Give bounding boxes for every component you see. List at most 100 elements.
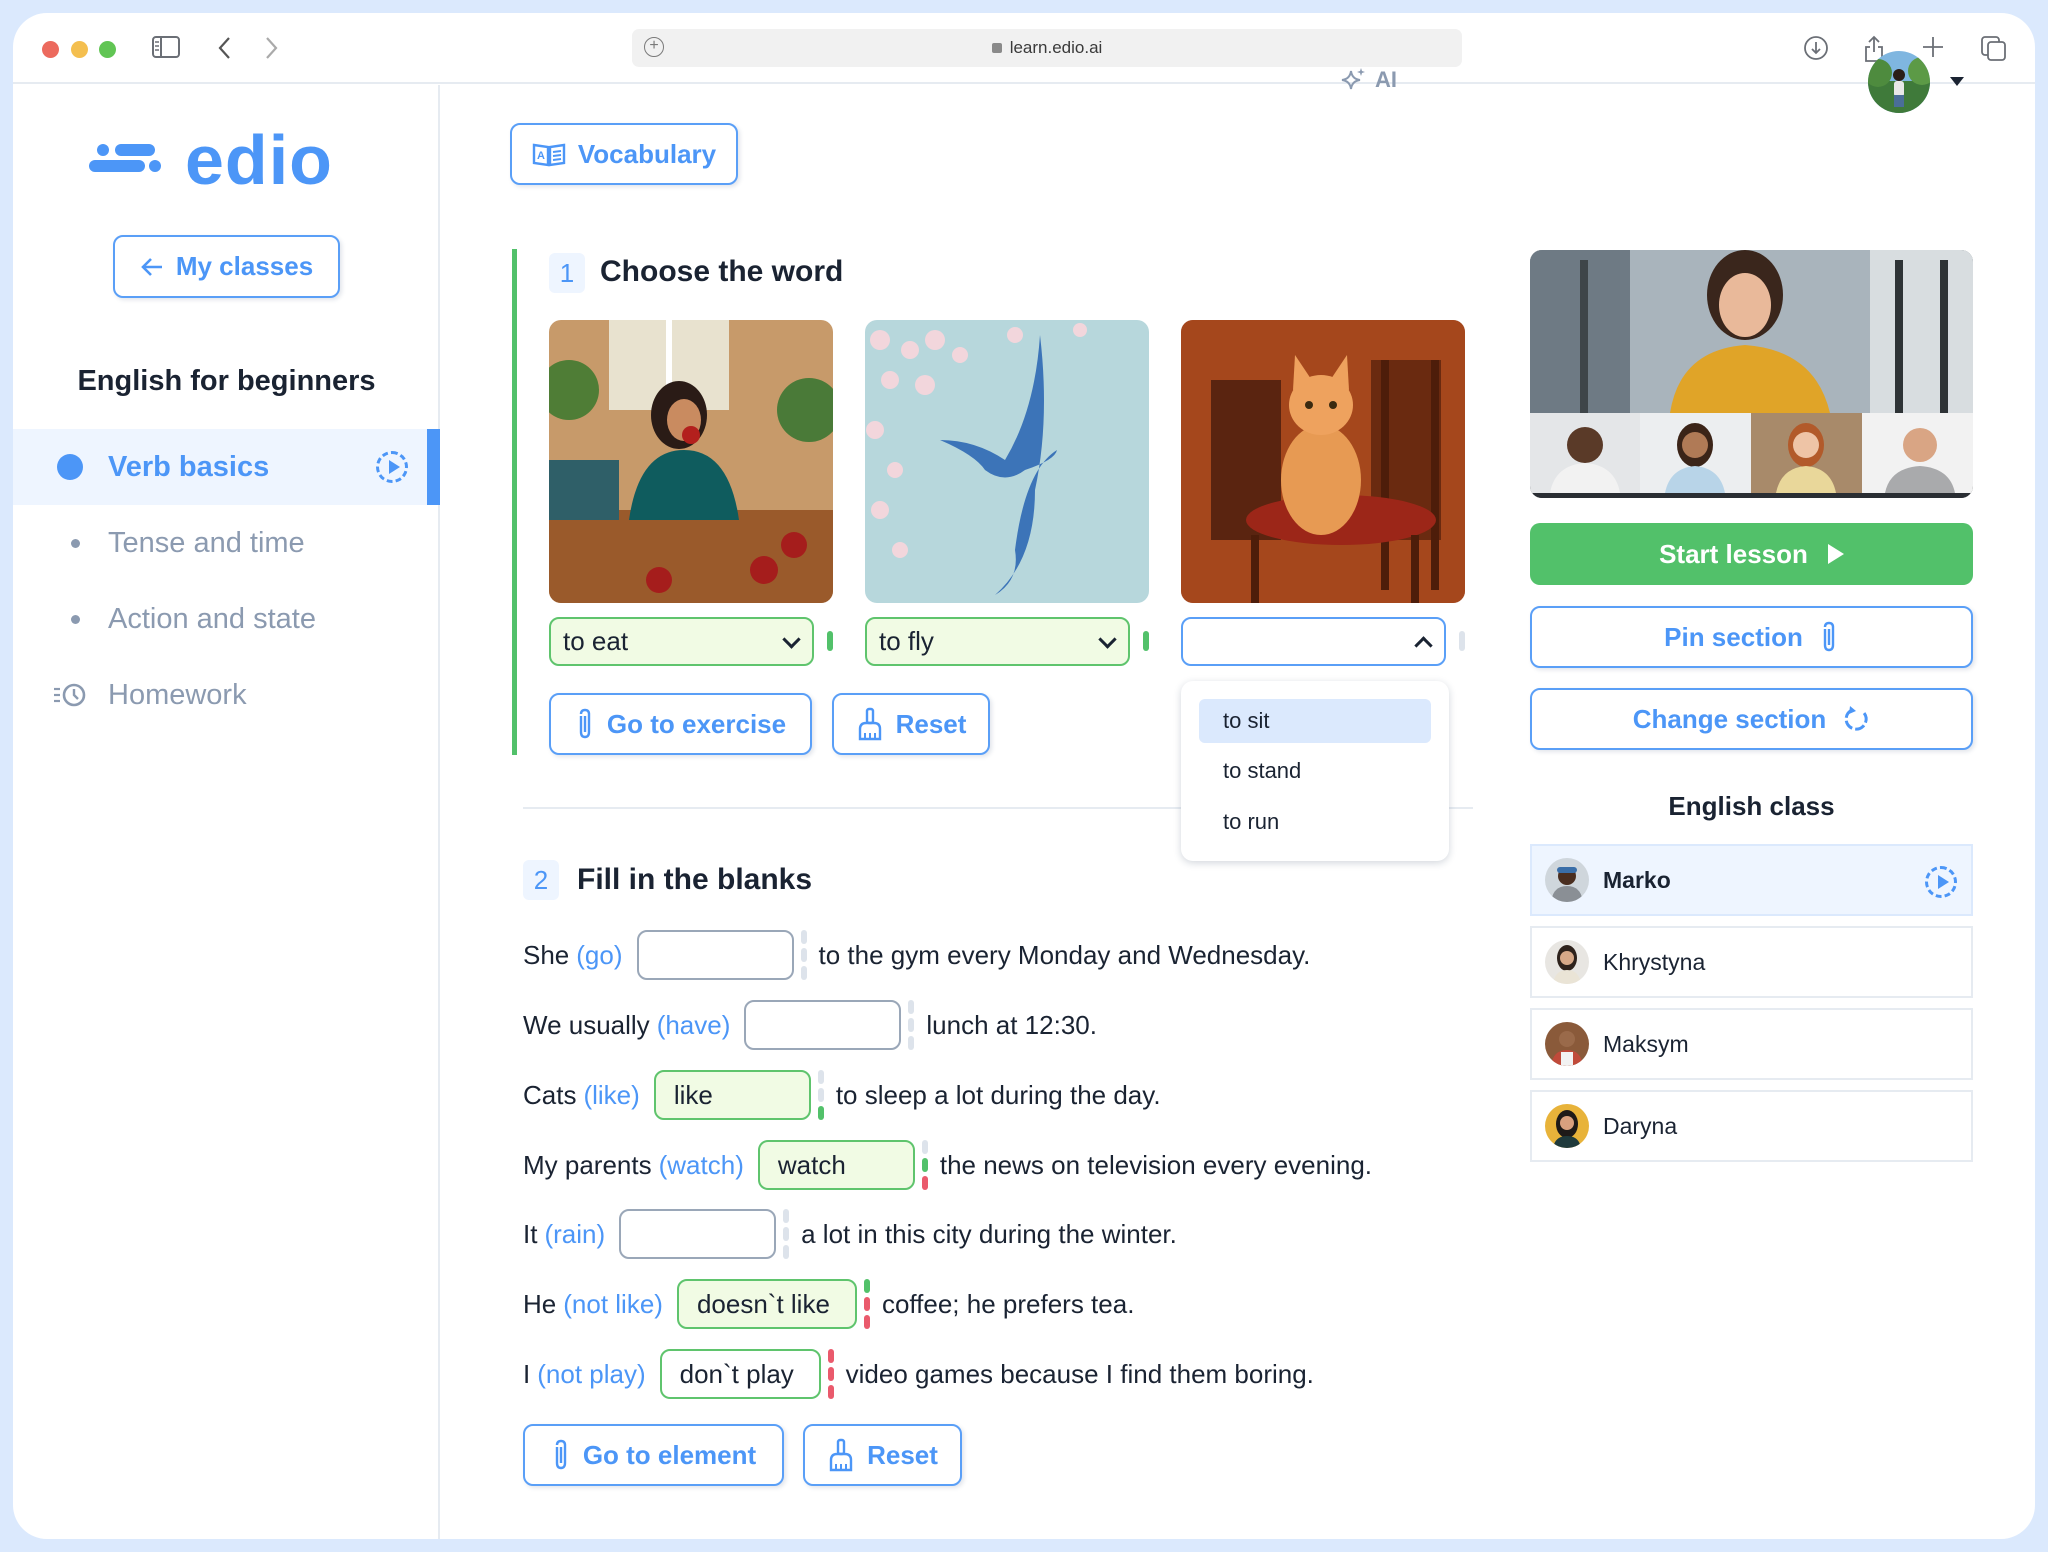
blank-input[interactable]: doesn`t like xyxy=(676,1279,857,1329)
back-icon[interactable] xyxy=(217,35,233,68)
right-panel: Start lesson Pin section Change section … xyxy=(1529,85,1974,1539)
select-value: to fly xyxy=(879,626,934,656)
edio-logo[interactable]: edio xyxy=(89,125,333,195)
maximize-window-button[interactable] xyxy=(99,41,116,58)
chevron-down-icon xyxy=(1098,630,1117,649)
student-item[interactable]: Maksym xyxy=(1530,1008,1973,1080)
select-value: to eat xyxy=(563,626,629,656)
section-progress-bar xyxy=(512,249,517,755)
vocabulary-button[interactable]: A Vocabulary xyxy=(510,123,738,185)
download-icon[interactable] xyxy=(1803,35,1829,68)
vocabulary-label: Vocabulary xyxy=(577,138,717,169)
live-play-icon xyxy=(376,451,408,483)
verb-hint: (go) xyxy=(576,939,623,970)
sidebar-item-tense-and-time[interactable]: Tense and time xyxy=(13,505,440,581)
change-section-button[interactable]: Change section xyxy=(1530,688,1973,750)
answer-status-indicator xyxy=(827,1349,834,1399)
blank-row: She (go) to the gym every Monday and Wed… xyxy=(523,930,1310,980)
logo-mark-icon xyxy=(89,140,163,180)
student-item[interactable]: Marko xyxy=(1530,844,1973,916)
sentence-start: Cats xyxy=(523,1079,577,1110)
sidebar: edio My classes English for beginners Ve… xyxy=(13,85,440,1539)
sentence-end: to the gym every Monday and Wednesday. xyxy=(818,939,1311,970)
bullet-icon xyxy=(71,538,80,548)
bullet-icon xyxy=(71,614,80,624)
active-bullet-icon xyxy=(57,454,83,480)
blank-row: He (not like) doesn`t like coffee; he pr… xyxy=(523,1279,1134,1329)
reset-label: Reset xyxy=(895,708,967,739)
blank-input[interactable]: don`t play xyxy=(659,1349,821,1399)
sidebar-item-homework[interactable]: Homework xyxy=(13,657,440,733)
sentence-end: lunch at 12:30. xyxy=(926,1009,1097,1040)
go-to-element-button[interactable]: Go to element xyxy=(523,1424,784,1486)
student-name: Maksym xyxy=(1603,1030,1689,1057)
student-name: Khrystyna xyxy=(1603,948,1706,975)
arrow-left-icon xyxy=(140,257,162,276)
blank-input[interactable] xyxy=(636,930,794,980)
word-select-3[interactable] xyxy=(1181,617,1446,666)
blank-row: My parents (watch) watch the news on tel… xyxy=(523,1140,1372,1190)
my-classes-button[interactable]: My classes xyxy=(113,235,340,298)
blank-input[interactable] xyxy=(619,1209,777,1259)
sentence-start: He xyxy=(523,1288,557,1319)
add-tab-icon[interactable] xyxy=(1921,35,1945,66)
browser-window: + learn.edio.ai edio My classes English … xyxy=(13,13,2035,1539)
blank-input[interactable]: watch xyxy=(757,1140,915,1190)
tabs-overview-icon[interactable] xyxy=(1980,35,2008,70)
pin-section-button[interactable]: Pin section xyxy=(1530,606,1973,668)
dropdown-option[interactable]: to run xyxy=(1199,800,1431,844)
participant-tile xyxy=(1640,413,1751,493)
sidebar-item-label: Tense and time xyxy=(108,526,305,559)
reset-blanks-button[interactable]: Reset xyxy=(803,1424,962,1486)
main-content: A Vocabulary 1 Choose the word to eat to… xyxy=(442,85,1522,1539)
reset-exercise-button[interactable]: Reset xyxy=(832,693,990,755)
close-window-button[interactable] xyxy=(42,41,59,58)
answer-status-indicator xyxy=(921,1140,928,1190)
paperclip-icon xyxy=(1823,621,1835,652)
student-avatar xyxy=(1545,858,1589,902)
exercise-number-badge: 1 xyxy=(549,253,585,293)
go-to-element-label: Go to element xyxy=(582,1439,757,1470)
sidebar-item-label: Verb basics xyxy=(108,450,270,483)
blank-input[interactable]: like xyxy=(653,1070,811,1120)
verb-hint: (rain) xyxy=(544,1218,606,1249)
verb-hint: (watch) xyxy=(658,1149,744,1180)
exercise-image-eat xyxy=(549,320,833,603)
homework-clock-icon xyxy=(54,683,86,707)
sentence-start: I xyxy=(523,1358,531,1389)
address-bar[interactable]: + learn.edio.ai xyxy=(632,29,1462,67)
chevron-down-icon xyxy=(782,630,801,649)
dropdown-option[interactable]: to sit xyxy=(1199,699,1431,743)
sidebar-toggle-icon[interactable] xyxy=(151,35,181,66)
status-indicator-correct xyxy=(1143,631,1149,651)
broom-icon xyxy=(858,707,881,741)
word-select-1[interactable]: to eat xyxy=(549,617,814,666)
word-select-2[interactable]: to fly xyxy=(865,617,1130,666)
sentence-end: video games because I find them boring. xyxy=(845,1358,1314,1389)
sentence-end: a lot in this city during the winter. xyxy=(801,1218,1177,1249)
paperclip-icon xyxy=(579,708,591,739)
sidebar-item-action-and-state[interactable]: Action and state xyxy=(13,581,440,657)
student-item[interactable]: Khrystyna xyxy=(1530,926,1973,998)
blank-input[interactable] xyxy=(744,1000,902,1050)
start-lesson-button[interactable]: Start lesson xyxy=(1530,523,1973,585)
sidebar-item-verb-basics[interactable]: Verb basics xyxy=(13,429,440,505)
course-title: English for beginners xyxy=(77,365,376,397)
student-item[interactable]: Daryna xyxy=(1530,1090,1973,1162)
exercise-title: Choose the word xyxy=(600,255,844,288)
forward-icon[interactable] xyxy=(263,35,279,68)
sentence-start: She xyxy=(523,939,570,970)
status-indicator-empty xyxy=(1459,631,1465,651)
status-indicator-correct xyxy=(827,631,833,651)
logo-text: edio xyxy=(185,121,333,199)
video-conference-grid[interactable] xyxy=(1530,250,1973,498)
active-indicator xyxy=(427,429,440,505)
minimize-window-button[interactable] xyxy=(71,41,88,58)
student-avatar xyxy=(1545,1022,1589,1066)
class-title: English class xyxy=(1668,791,1835,821)
go-to-exercise-button[interactable]: Go to exercise xyxy=(549,693,812,755)
exercise-number-badge: 2 xyxy=(523,860,559,900)
svg-text:A: A xyxy=(537,150,545,162)
dropdown-option[interactable]: to stand xyxy=(1199,749,1431,793)
paperclip-icon xyxy=(555,1439,567,1470)
